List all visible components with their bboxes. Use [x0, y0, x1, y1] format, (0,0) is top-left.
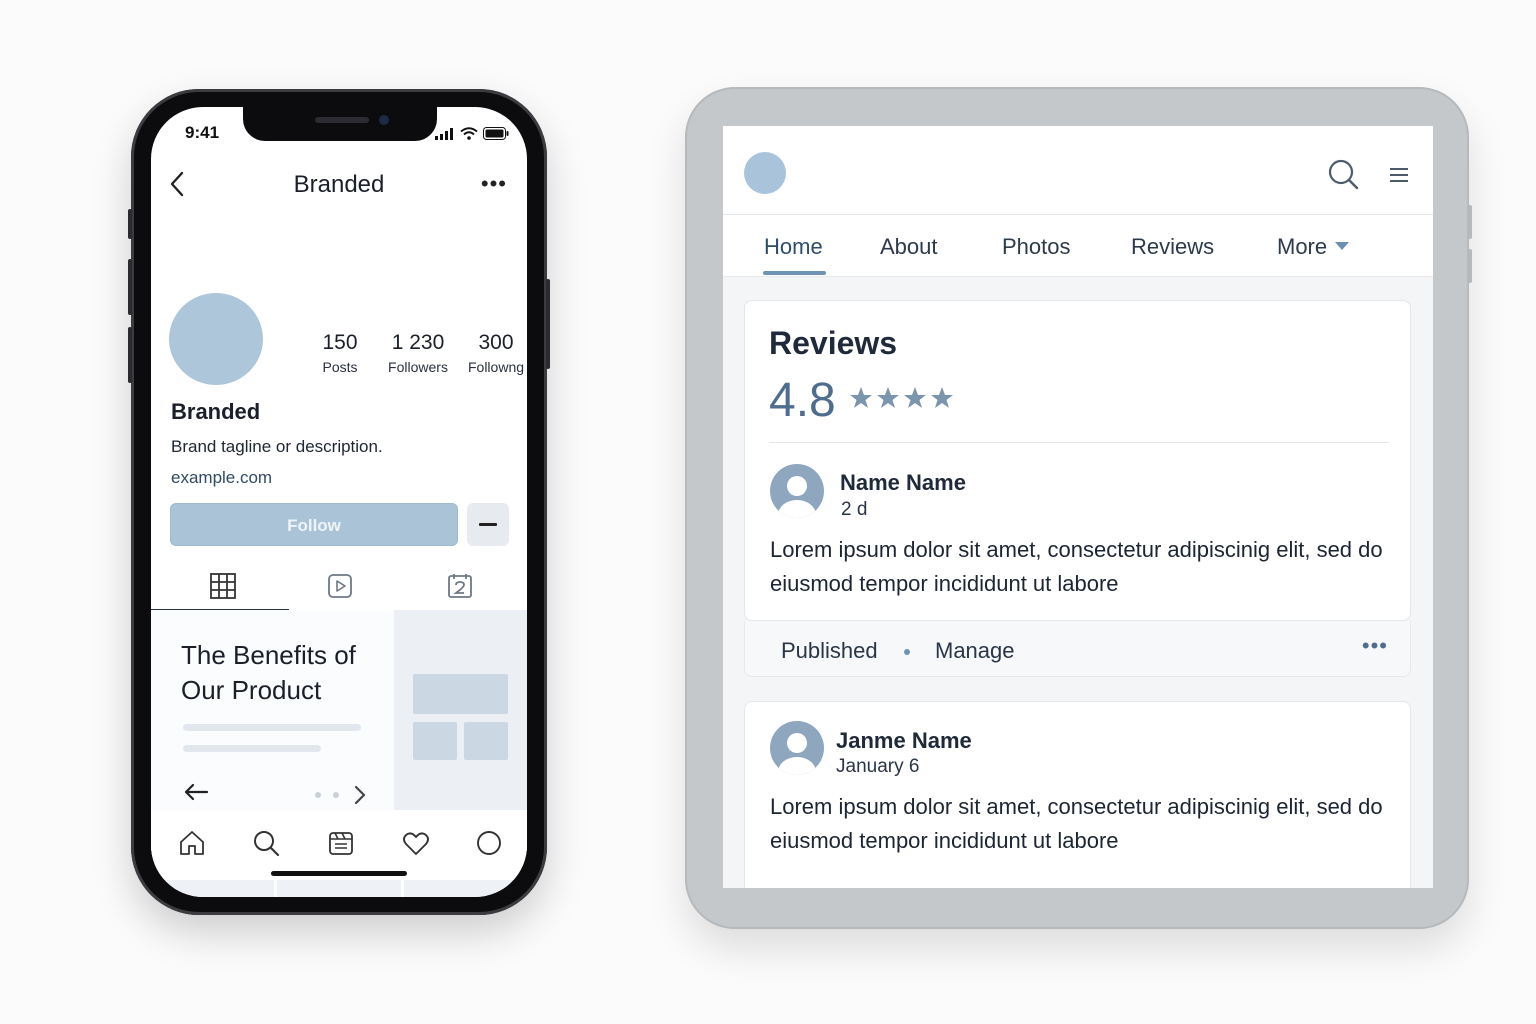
separator-dot: [904, 649, 910, 655]
profile-tabs: [151, 563, 527, 611]
stat-following[interactable]: 300 Followng: [457, 331, 527, 375]
post-carousel: The Benefits of Our Product: [151, 610, 527, 830]
tablet-side-button: [1468, 249, 1472, 283]
nav-photos[interactable]: Photos: [1002, 234, 1071, 260]
brand-logo[interactable]: [744, 152, 786, 194]
phone-power-button: [546, 279, 550, 369]
star-icon: [904, 387, 926, 408]
nav-about[interactable]: About: [880, 234, 938, 260]
tablet-side-button: [1468, 205, 1472, 239]
page-nav: Home About Photos Reviews More: [723, 215, 1433, 277]
phone-volume-up: [128, 259, 132, 315]
signal-icon: [435, 128, 453, 140]
home-icon[interactable]: [177, 828, 207, 858]
star-icon: [877, 387, 899, 408]
wifi-icon: [460, 127, 478, 140]
phone-screen: 9:41 Branded ••• 150 Posts 1 230 Followe…: [151, 107, 527, 897]
rating-stars: [849, 386, 954, 410]
video-icon[interactable]: [325, 571, 355, 601]
profile-icon[interactable]: [474, 828, 504, 858]
reviewer-name[interactable]: Name Name: [840, 470, 966, 496]
reviews-card: Reviews 4.8 Name Name 2 d Lorem ipsum do…: [744, 300, 1411, 621]
divider: [769, 442, 1389, 443]
image-placeholder: [464, 722, 508, 760]
speaker: [315, 117, 369, 123]
profile-header: Branded •••: [151, 165, 527, 205]
review-date: January 6: [836, 756, 920, 777]
tablet-mockup: Home About Photos Reviews More Reviews 4…: [685, 87, 1472, 929]
bottom-nav: [151, 810, 527, 880]
tagged-icon[interactable]: [445, 571, 475, 601]
reels-icon[interactable]: [326, 828, 356, 858]
review-card: Janme Name January 6 Lorem ipsum dolor s…: [744, 701, 1411, 888]
profile-name: Branded: [171, 399, 261, 424]
chevron-right-icon[interactable]: [353, 784, 367, 806]
battery-icon: [483, 127, 509, 140]
phone-mute-switch: [128, 209, 132, 239]
reviewer-avatar[interactable]: [770, 721, 824, 775]
stat-label: Posts: [322, 359, 358, 375]
home-indicator: [271, 871, 407, 876]
review-actions-bar: Published Manage •••: [744, 621, 1411, 677]
profile-stats: 150 Posts 1 230 Followers 300 Followng: [301, 331, 527, 375]
rating-value: 4.8: [769, 374, 836, 427]
phone-notch: [243, 107, 437, 141]
search-icon[interactable]: [251, 828, 281, 858]
stat-value: 1 230: [391, 331, 445, 354]
stat-label: Followers: [388, 359, 448, 375]
caret-down-icon: [1335, 242, 1350, 251]
post-card[interactable]: The Benefits of Our Product: [151, 610, 394, 830]
post-card-title: The Benefits of Our Product: [181, 640, 356, 705]
stat-posts[interactable]: 150 Posts: [301, 331, 379, 375]
image-placeholder: [413, 722, 457, 760]
placeholder-line: [183, 745, 321, 752]
stat-value: 150: [322, 331, 358, 354]
reviewer-name[interactable]: Janme Name: [836, 728, 972, 754]
camera: [379, 115, 389, 125]
reviewer-avatar[interactable]: [770, 464, 824, 518]
nav-home[interactable]: Home: [764, 234, 823, 260]
review-text: Lorem ipsum dolor sit amet, consectetur …: [770, 537, 1383, 596]
reviews-title: Reviews: [769, 325, 898, 361]
carousel-dot: [315, 792, 321, 798]
phone-mockup: 9:41 Branded ••• 150 Posts 1 230 Followe…: [128, 89, 550, 915]
stat-followers[interactable]: 1 230 Followers: [379, 331, 457, 375]
post-card-preview[interactable]: [394, 610, 527, 830]
stat-value: 300: [478, 331, 514, 354]
carousel-dot: [333, 792, 339, 798]
phone-volume-down: [128, 327, 132, 383]
hamburger-menu-icon[interactable]: [1389, 167, 1409, 183]
arrow-left-icon[interactable]: [183, 782, 209, 802]
star-icon: [931, 387, 953, 408]
manage-link[interactable]: Manage: [935, 638, 1015, 664]
dropdown-minus-button[interactable]: [467, 503, 509, 546]
top-bar: [723, 126, 1433, 215]
status-icons: [435, 127, 509, 140]
nav-more-label: More: [1277, 234, 1328, 259]
stat-label: Followng: [467, 359, 525, 375]
header-title: Branded: [293, 171, 385, 198]
published-label[interactable]: Published: [781, 638, 878, 664]
review-date: 2 d: [841, 499, 868, 520]
review-text: Lorem ipsum dolor sit amet, consectetur …: [770, 794, 1383, 853]
profile-avatar[interactable]: [169, 293, 263, 385]
placeholder-line: [183, 724, 361, 731]
status-time: 9:41: [185, 123, 220, 142]
tablet-screen: Home About Photos Reviews More Reviews 4…: [723, 126, 1433, 888]
more-options-icon[interactable]: •••: [1362, 633, 1388, 659]
grid-icon[interactable]: [208, 571, 238, 601]
more-options-icon[interactable]: •••: [481, 171, 507, 197]
profile-tagline: Brand tagline or description.: [171, 437, 383, 456]
active-nav-indicator: [763, 271, 826, 275]
image-placeholder: [413, 674, 508, 714]
nav-more[interactable]: More: [1277, 234, 1350, 260]
search-icon[interactable]: [1327, 158, 1359, 190]
heart-icon[interactable]: [401, 828, 431, 858]
nav-reviews[interactable]: Reviews: [1131, 234, 1214, 260]
profile-link[interactable]: example.com: [171, 468, 272, 488]
follow-button[interactable]: Follow: [170, 503, 458, 546]
star-icon: [850, 387, 872, 408]
